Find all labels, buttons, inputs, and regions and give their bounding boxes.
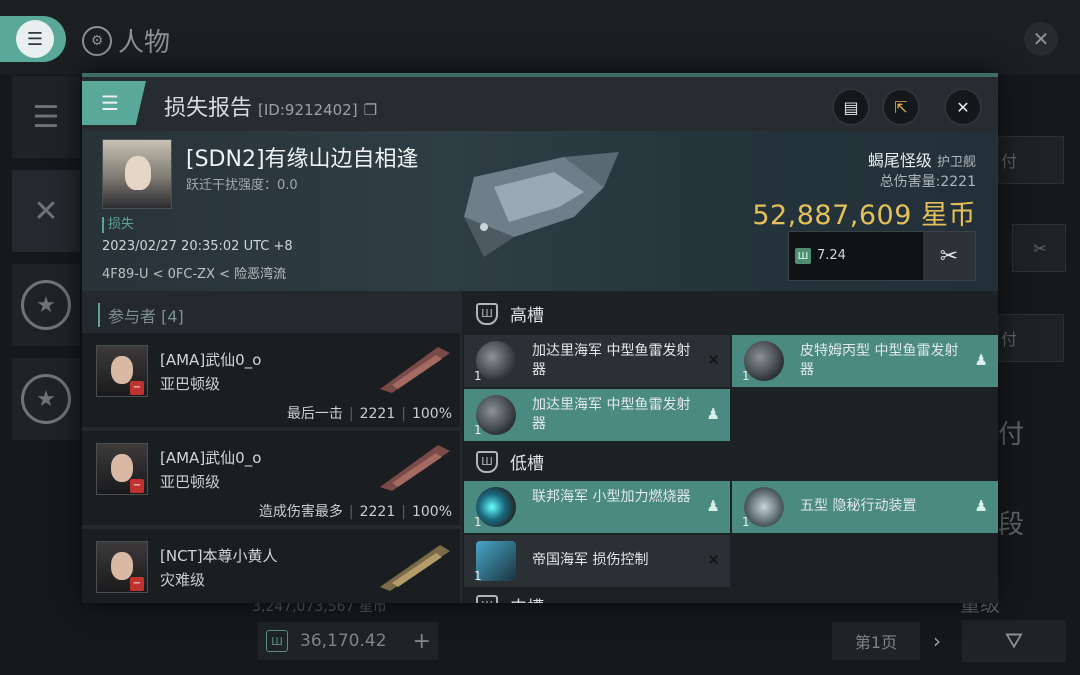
bg-tools-icon[interactable]: ✂ <box>1012 224 1066 272</box>
isk-icon: Ш <box>266 630 288 652</box>
destroyed-icon: ✕ <box>707 551 720 569</box>
low-slot-header: Ш 低槽 <box>476 449 544 474</box>
high-slot-icon: Ш <box>476 302 498 325</box>
plus-icon[interactable]: + <box>413 629 431 654</box>
main-menu-button[interactable]: ☰ <box>0 16 66 62</box>
report-id: [ID:9212402] <box>258 101 358 119</box>
background-title: ⚙ 人物 <box>82 22 170 59</box>
hostile-badge: − <box>130 381 144 395</box>
victim-panel: [SDN2]有缘山边自相逢 跃迁干扰强度：0.0 损失 2023/02/27 2… <box>82 131 998 291</box>
bg-right-box-1: 付 <box>998 136 1064 184</box>
loss-value: 52,887,609 星币 <box>752 200 976 231</box>
afterburner-icon <box>476 487 516 527</box>
participant-ship: 亚巴顿级 <box>160 375 221 393</box>
filter-icon[interactable]: ⛛ <box>962 620 1066 662</box>
participant-ship-image <box>380 545 450 591</box>
bg-right-text-3: 付 <box>998 420 1025 450</box>
module-item[interactable]: 1 加达里海军 中型鱼雷发射器 ✕ <box>464 335 730 387</box>
participant-ship-image <box>380 445 450 491</box>
dropped-icon: ♟ <box>974 351 988 369</box>
security-shield-icon: Ш <box>795 248 811 264</box>
participant-ship: 亚巴顿级 <box>160 473 221 491</box>
hostile-badge: − <box>130 479 144 493</box>
module-item[interactable]: 1 五型 隐秘行动装置 ♟ <box>732 481 998 533</box>
victim-name: [SDN2]有缘山边自相逢 <box>186 147 419 172</box>
sidebar-star-icon[interactable]: ★ <box>12 264 80 346</box>
ship-type: 蝎尾怪级 护卫舰 <box>867 151 976 170</box>
mid-slot-header: Ш中槽 <box>476 593 544 603</box>
dialog-menu-button[interactable]: ☰ <box>82 81 146 125</box>
participant-stats: 最后一击 | 2221 | 100% <box>286 406 452 422</box>
participant-ship-image <box>380 347 450 393</box>
participant-name: [NCT]本尊小黄人 <box>160 547 278 565</box>
participant-name: [AMA]武仙0_o <box>160 351 262 369</box>
participant-stats: 造成伤害最多 | 2221 | 100% <box>258 504 452 520</box>
dialog-header: ☰ 损失报告 [ID:9212402] ❐ ▤ ⇱ ✕ <box>82 77 998 131</box>
bg-right-box-2: 付 <box>998 314 1064 362</box>
module-item[interactable]: 1 皮特姆丙型 中型鱼雷发射器 ♟ <box>732 335 998 387</box>
loss-report-dialog: ☰ 损失报告 [ID:9212402] ❐ ▤ ⇱ ✕ [SDN2]有缘山边自相逢 … <box>82 73 998 603</box>
participants-panel: 参与者 [4] − [AMA]武仙0_o 亚巴顿级 最后一击 | 2221 | 100%… <box>82 291 462 603</box>
mid-slot-icon: Ш <box>476 594 498 603</box>
background-sidebar: ☰ ✕ ★ ★ <box>12 76 80 596</box>
kill-location[interactable]: 4F89-U < 0FC-ZX < 险恶湾流 <box>102 263 286 282</box>
security-value: 7.24 <box>817 248 846 263</box>
sidebar-star-icon-2[interactable]: ★ <box>12 358 80 440</box>
dropped-icon: ♟ <box>706 405 720 423</box>
total-damage: 总伤害量:2221 <box>879 174 976 190</box>
hostile-badge: − <box>130 577 144 591</box>
low-slot-icon: Ш <box>476 450 498 473</box>
dropped-icon: ♟ <box>706 497 720 515</box>
participants-header: 参与者 [4] <box>98 303 184 327</box>
module-item[interactable]: 1 联邦海军 小型加力燃烧器 ♟ <box>464 481 730 533</box>
fitting-panel: Ш 高槽 1 加达里海军 中型鱼雷发射器 ✕ 1 皮特姆丙型 中型鱼雷发射器 ♟ 1 … <box>462 291 998 603</box>
share-icon[interactable]: ⇱ <box>882 88 920 126</box>
dropped-icon: ♟ <box>974 497 988 515</box>
dialog-title: 损失报告 [ID:9212402] ❐ <box>164 96 378 121</box>
page-indicator[interactable]: 第1页 <box>832 622 920 660</box>
participant-ship: 灾难级 <box>160 571 206 589</box>
participant-row[interactable]: − [NCT]本尊小黄人 灾难级 <box>82 529 460 603</box>
next-page-icon[interactable]: › <box>926 622 948 660</box>
participant-name: [AMA]武仙0_o <box>160 449 262 467</box>
module-item[interactable]: 1 加达里海军 中型鱼雷发射器 ♟ <box>464 389 730 441</box>
sidebar-menu-icon[interactable]: ☰ <box>12 76 80 158</box>
covert-ops-icon <box>744 487 784 527</box>
character-icon: ⚙ <box>82 25 112 56</box>
destroyed-icon: ✕ <box>707 351 720 369</box>
torpedo-launcher-icon <box>744 341 784 381</box>
kill-datetime: 2023/02/27 20:35:02 UTC +8 <box>102 239 293 254</box>
sidebar-combat-icon[interactable]: ✕ <box>12 170 80 252</box>
module-item[interactable]: 1 帝国海军 损伤控制 ✕ <box>464 535 730 587</box>
fitting-tools-button[interactable]: ✂ <box>923 232 975 280</box>
torpedo-launcher-icon <box>476 395 516 435</box>
security-box: Ш 7.24 ✂ <box>788 231 976 281</box>
copy-icon[interactable]: ❐ <box>364 101 377 119</box>
document-icon[interactable]: ▤ <box>832 88 870 126</box>
victim-ship-image[interactable] <box>454 147 624 267</box>
warp-jam-strength: 跃迁干扰强度：0.0 <box>186 178 298 193</box>
participant-row[interactable]: − [AMA]武仙0_o 亚巴顿级 造成伤害最多 | 2221 | 100% <box>82 431 460 525</box>
victim-avatar[interactable] <box>102 139 172 209</box>
torpedo-launcher-icon <box>476 341 516 381</box>
high-slot-header: Ш 高槽 <box>476 301 544 326</box>
close-icon[interactable]: ✕ <box>944 88 982 126</box>
damage-control-icon <box>476 541 516 581</box>
bg-right-text-4: 段 <box>998 510 1025 540</box>
background-close-button[interactable]: ✕ <box>1024 22 1058 56</box>
participant-row[interactable]: − [AMA]武仙0_o 亚巴顿级 最后一击 | 2221 | 100% <box>82 333 460 427</box>
isk-balance: Ш 36,170.42 + <box>258 622 438 660</box>
loss-tag: 损失 <box>102 217 134 233</box>
menu-icon: ☰ <box>16 20 54 58</box>
